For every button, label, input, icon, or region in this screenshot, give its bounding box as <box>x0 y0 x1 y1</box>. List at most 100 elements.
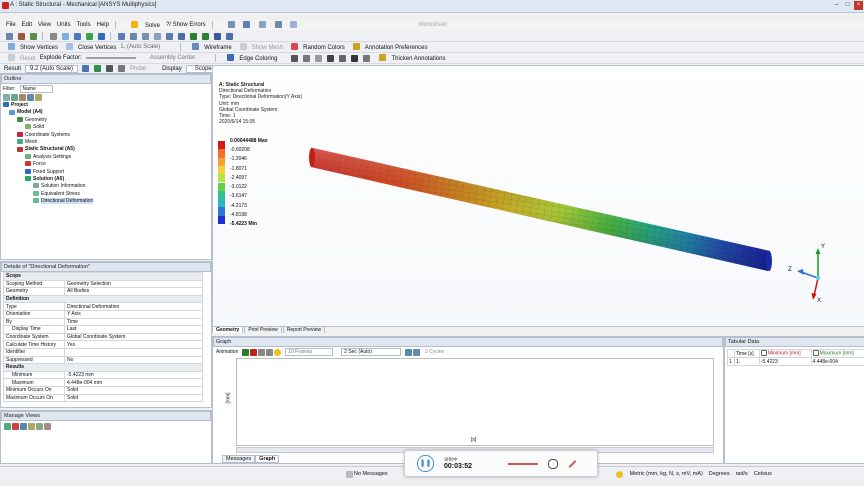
tree-toolbar-icon[interactable] <box>27 94 34 101</box>
edge-style-icon[interactable] <box>363 54 371 62</box>
tree-toolbar-icon[interactable] <box>35 94 42 101</box>
tree-toolbar-icon[interactable] <box>3 94 10 101</box>
tree-item-directional-deformation[interactable]: Directional Deformation <box>3 198 211 205</box>
edge-style-icon[interactable] <box>351 54 359 62</box>
step-icon[interactable] <box>266 348 274 356</box>
view-rename-icon[interactable] <box>28 422 35 430</box>
iso-view-icon[interactable] <box>214 32 221 40</box>
select-mode-icon[interactable] <box>50 32 57 40</box>
edge-style-icon[interactable] <box>339 54 347 62</box>
status-messages[interactable]: No Messages <box>354 471 388 477</box>
duration-select[interactable]: 2 Sec (Auto) <box>341 348 401 356</box>
menu-tools[interactable]: Tools <box>77 22 91 28</box>
edges-icon[interactable] <box>106 65 114 72</box>
fit-icon[interactable] <box>166 32 173 40</box>
view-apply-icon[interactable] <box>20 422 27 430</box>
tree-item-geometry[interactable]: Geometry <box>3 117 211 124</box>
menu-help[interactable]: Help <box>97 22 109 28</box>
pan-icon[interactable] <box>259 21 266 29</box>
vertex-icon[interactable] <box>62 32 69 40</box>
view-import-icon[interactable] <box>44 422 51 430</box>
tree-item-static-structural[interactable]: Static Structural (A5) <box>3 146 211 153</box>
reset-button[interactable]: Reset <box>4 54 36 62</box>
edge-style-icon[interactable] <box>303 54 311 62</box>
worksheet-button[interactable]: Worksheet <box>418 22 447 28</box>
thicken-annotations-button[interactable]: Thicken Annotations <box>375 54 445 62</box>
menu-units[interactable]: Units <box>57 22 71 28</box>
zoom-box-icon[interactable] <box>154 32 161 40</box>
tree-item-project[interactable]: Project <box>3 102 211 109</box>
magnifier-icon[interactable] <box>178 32 185 40</box>
edge-style-icon[interactable] <box>291 54 299 62</box>
edge-style-icon[interactable] <box>327 54 335 62</box>
frames-select[interactable]: 10 Frames <box>285 348 334 356</box>
pause-button[interactable]: ❚❚ <box>417 455 434 472</box>
close-button[interactable]: × <box>854 1 863 10</box>
box-zoom-icon[interactable] <box>226 32 233 40</box>
contour-icon[interactable] <box>94 65 102 72</box>
cycles-select[interactable]: 3 Cycles <box>425 349 444 355</box>
graph-plot-area[interactable]: [mm] [s] <box>226 358 714 446</box>
bulb-icon[interactable] <box>274 348 282 356</box>
assembly-center-select[interactable]: Assembly Center <box>150 55 196 61</box>
step-icon[interactable] <box>258 348 266 356</box>
zoom-icon[interactable] <box>412 348 420 356</box>
show-vertices-button[interactable]: Show Vertices <box>4 43 58 51</box>
view-delete-icon[interactable] <box>12 422 19 430</box>
tree-item-force[interactable]: Force <box>3 161 211 168</box>
tab-graph[interactable]: Graph <box>255 455 280 463</box>
tree-toolbar-icon[interactable] <box>11 94 18 101</box>
next-view-icon[interactable] <box>202 32 209 40</box>
checkbox-icon[interactable] <box>812 350 819 357</box>
vector-icon[interactable] <box>118 65 126 72</box>
tree-item-analysis-settings[interactable]: Analysis Settings <box>3 154 211 161</box>
tree-item-coordinate-systems[interactable]: Coordinate Systems <box>3 132 211 139</box>
maximize-button[interactable]: □ <box>843 1 852 10</box>
view-add-icon[interactable] <box>4 422 11 430</box>
degrees-label[interactable]: Degrees <box>709 471 730 477</box>
pen-icon[interactable] <box>568 459 577 468</box>
rotate-icon[interactable] <box>243 21 251 29</box>
probe-button[interactable]: Probe <box>130 66 146 72</box>
tab-report-preview[interactable]: Report Preview <box>282 325 325 333</box>
celsius-label[interactable]: Celsius <box>754 471 772 477</box>
auto-scale-select[interactable]: 1, (Auto Scale) <box>120 44 160 50</box>
tree-toolbar-icon[interactable] <box>19 94 26 101</box>
annotation-preferences-button[interactable]: Annotation Preferences <box>349 43 428 51</box>
wireframe-button[interactable]: Wireframe <box>188 43 232 51</box>
export-icon[interactable] <box>404 348 412 356</box>
face-icon[interactable] <box>86 32 93 40</box>
nav-icon[interactable] <box>6 32 13 40</box>
zoom-in-icon[interactable] <box>142 32 149 40</box>
previous-view-icon[interactable] <box>190 32 197 40</box>
checkbox-icon[interactable] <box>760 350 767 357</box>
select-icon[interactable] <box>227 21 235 29</box>
result-scale-select[interactable]: 9.2 (Auto Scale) <box>25 64 79 73</box>
menu-file[interactable]: File <box>6 22 16 28</box>
edge-coloring-button[interactable]: Edge Coloring <box>223 54 277 62</box>
minimize-button[interactable]: – <box>832 1 841 10</box>
rotate-icon[interactable] <box>118 32 125 40</box>
close-vertices-button[interactable]: Close Vertices <box>62 43 116 51</box>
edge-icon[interactable] <box>74 32 81 40</box>
body-icon[interactable] <box>98 32 105 40</box>
solve-button[interactable]: Solve <box>125 21 160 29</box>
nav-icon[interactable] <box>18 32 25 40</box>
play-icon[interactable] <box>242 348 250 356</box>
camera-icon[interactable] <box>548 458 559 469</box>
units-label[interactable]: Metric (mm, kg, N, s, mV, mA) <box>630 471 703 477</box>
volume-slider[interactable] <box>508 462 539 465</box>
show-errors-button[interactable]: ?/ Show Errors <box>166 22 206 28</box>
graphics-viewport[interactable]: A: Static Structural Directional Deforma… <box>212 65 864 327</box>
edge-style-icon[interactable] <box>315 54 323 62</box>
filter-select[interactable]: Name <box>19 84 53 93</box>
nav-icon[interactable] <box>30 32 37 40</box>
tab-geometry[interactable]: Geometry <box>212 325 244 333</box>
show-mesh-button[interactable]: Show Mesh <box>236 43 283 51</box>
tree-item-solution-information[interactable]: Solution Information <box>3 183 211 190</box>
explode-factor-slider[interactable] <box>85 57 136 59</box>
tree-item-solution[interactable]: Solution (A6) <box>3 176 211 183</box>
zoom-icon[interactable] <box>274 21 282 29</box>
view-export-icon[interactable] <box>36 422 43 430</box>
tree-item-solid[interactable]: Solid <box>3 124 211 131</box>
